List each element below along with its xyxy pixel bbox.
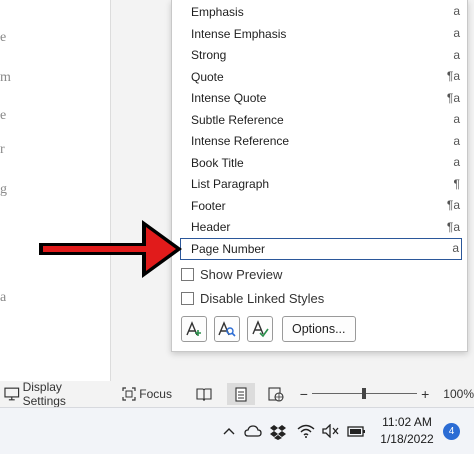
clock-date: 1/18/2022 bbox=[380, 432, 434, 446]
notification-center-badge[interactable]: 4 bbox=[443, 423, 460, 440]
style-type-mark: a bbox=[453, 26, 460, 40]
onedrive-cloud-icon bbox=[244, 425, 262, 437]
disable-linked-styles-checkbox[interactable] bbox=[181, 291, 194, 305]
styles-action-row: Options... bbox=[181, 316, 461, 342]
focus-label: Focus bbox=[139, 387, 172, 401]
dropbox-icon bbox=[270, 425, 286, 440]
style-item-header[interactable]: Header ¶a bbox=[180, 217, 462, 239]
style-type-mark: a bbox=[453, 155, 460, 169]
show-hidden-icons-button[interactable] bbox=[222, 424, 236, 438]
disable-linked-styles-label: Disable Linked Styles bbox=[200, 290, 325, 306]
style-type-mark: a bbox=[453, 133, 460, 148]
red-arrow-annotation bbox=[39, 220, 182, 278]
clock-time: 11:02 AM bbox=[382, 415, 432, 429]
web-layout-button[interactable] bbox=[263, 383, 290, 405]
style-item-label: Intense Reference bbox=[191, 134, 290, 149]
style-type-mark: ¶ bbox=[453, 176, 460, 191]
document-text-fragment: e bbox=[0, 108, 7, 123]
document-text-fragment: a bbox=[0, 290, 7, 305]
document-text-fragment: r bbox=[0, 142, 5, 157]
style-item-intense-reference[interactable]: Intense Reference a bbox=[180, 131, 462, 153]
style-item-label: Book Title bbox=[191, 155, 244, 170]
style-type-mark: ¶a bbox=[446, 90, 460, 105]
style-type-mark: ¶a bbox=[446, 219, 460, 234]
style-item-label: Strong bbox=[191, 48, 227, 63]
style-item-label: Intense Quote bbox=[191, 91, 267, 106]
print-layout-icon bbox=[235, 386, 247, 402]
zoom-slider-thumb[interactable] bbox=[362, 388, 367, 399]
style-item-label: Subtle Reference bbox=[191, 112, 284, 127]
style-item-strong[interactable]: Strong a bbox=[180, 45, 462, 67]
style-type-mark: a bbox=[452, 241, 459, 255]
windows-taskbar: 11:02 AM 1/18/2022 4 bbox=[0, 407, 474, 454]
show-preview-label: Show Preview bbox=[200, 266, 283, 282]
style-item-subtle-reference[interactable]: Subtle Reference a bbox=[180, 109, 462, 131]
display-settings-label: Display Settings bbox=[22, 380, 66, 408]
network-button[interactable] bbox=[297, 424, 315, 438]
chevron-up-icon bbox=[223, 428, 235, 435]
new-style-icon bbox=[186, 321, 201, 336]
display-settings-button[interactable]: Display Settings bbox=[4, 380, 106, 408]
volume-button[interactable] bbox=[322, 424, 340, 438]
style-item-list-paragraph[interactable]: List Paragraph ¶ bbox=[180, 174, 462, 196]
wifi-icon bbox=[297, 424, 315, 438]
battery-icon bbox=[347, 426, 365, 437]
zoom-slider[interactable] bbox=[311, 387, 418, 401]
onedrive-button[interactable] bbox=[244, 424, 262, 438]
taskbar-clock[interactable]: 11:02 AM 1/18/2022 bbox=[377, 414, 437, 448]
style-type-mark: ¶a bbox=[446, 198, 460, 212]
read-mode-icon bbox=[196, 388, 212, 401]
status-bar: Display Settings Focus − + 100% bbox=[0, 380, 474, 408]
show-preview-option[interactable]: Show Preview bbox=[181, 262, 461, 286]
document-page[interactable]: e m e r g a bbox=[0, 0, 110, 381]
style-type-mark: a bbox=[453, 112, 460, 126]
disable-linked-styles-option[interactable]: Disable Linked Styles bbox=[181, 286, 461, 310]
new-style-button[interactable] bbox=[181, 316, 207, 342]
style-item-label: Header bbox=[191, 220, 231, 235]
style-type-mark: ¶a bbox=[446, 69, 460, 83]
styles-options-area: Show Preview Disable Linked Styles Optio… bbox=[181, 262, 461, 342]
style-item-book-title[interactable]: Book Title a bbox=[180, 152, 462, 174]
focus-button[interactable]: Focus bbox=[122, 381, 172, 407]
style-item-intense-emphasis[interactable]: Intense Emphasis a bbox=[180, 23, 462, 45]
document-text-fragment: g bbox=[0, 182, 7, 197]
web-layout-icon bbox=[268, 386, 284, 402]
style-item-quote[interactable]: Quote ¶a bbox=[180, 66, 462, 88]
style-item-label: Intense Emphasis bbox=[191, 26, 287, 41]
document-text-fragment: e bbox=[0, 30, 7, 45]
style-item-intense-quote[interactable]: Intense Quote ¶a bbox=[180, 88, 462, 110]
battery-button[interactable] bbox=[347, 424, 367, 438]
zoom-out-button[interactable]: − bbox=[300, 386, 308, 402]
dropbox-button[interactable] bbox=[270, 424, 286, 440]
style-item-footer[interactable]: Footer ¶a bbox=[180, 195, 462, 217]
zoom-in-button[interactable]: + bbox=[421, 386, 429, 402]
style-inspector-icon bbox=[218, 321, 236, 337]
styles-list: Emphasis a Intense Emphasis a Strong a Q… bbox=[180, 0, 462, 260]
style-item-emphasis[interactable]: Emphasis a bbox=[180, 1, 462, 23]
focus-icon bbox=[122, 387, 136, 401]
style-inspector-button[interactable] bbox=[214, 316, 240, 342]
style-type-mark: a bbox=[453, 4, 460, 18]
styles-pane: Emphasis a Intense Emphasis a Strong a Q… bbox=[171, 0, 468, 352]
volume-muted-icon bbox=[322, 424, 339, 438]
style-item-label: List Paragraph bbox=[191, 177, 270, 192]
manage-styles-button[interactable] bbox=[247, 316, 273, 342]
manage-styles-icon bbox=[252, 320, 269, 338]
style-item-label: Quote bbox=[191, 69, 224, 84]
read-mode-button[interactable] bbox=[190, 383, 217, 405]
document-text-fragment: m bbox=[0, 70, 11, 85]
style-item-page-number[interactable]: Page Number a bbox=[180, 238, 462, 260]
style-item-label: Footer bbox=[191, 198, 226, 213]
style-type-mark: a bbox=[453, 47, 460, 62]
style-item-label: Emphasis bbox=[191, 5, 244, 19]
options-button[interactable]: Options... bbox=[282, 316, 356, 342]
display-settings-icon bbox=[4, 387, 20, 401]
zoom-level[interactable]: 100% bbox=[443, 387, 474, 401]
print-layout-button[interactable] bbox=[227, 383, 255, 405]
style-item-label: Page Number bbox=[191, 241, 266, 256]
